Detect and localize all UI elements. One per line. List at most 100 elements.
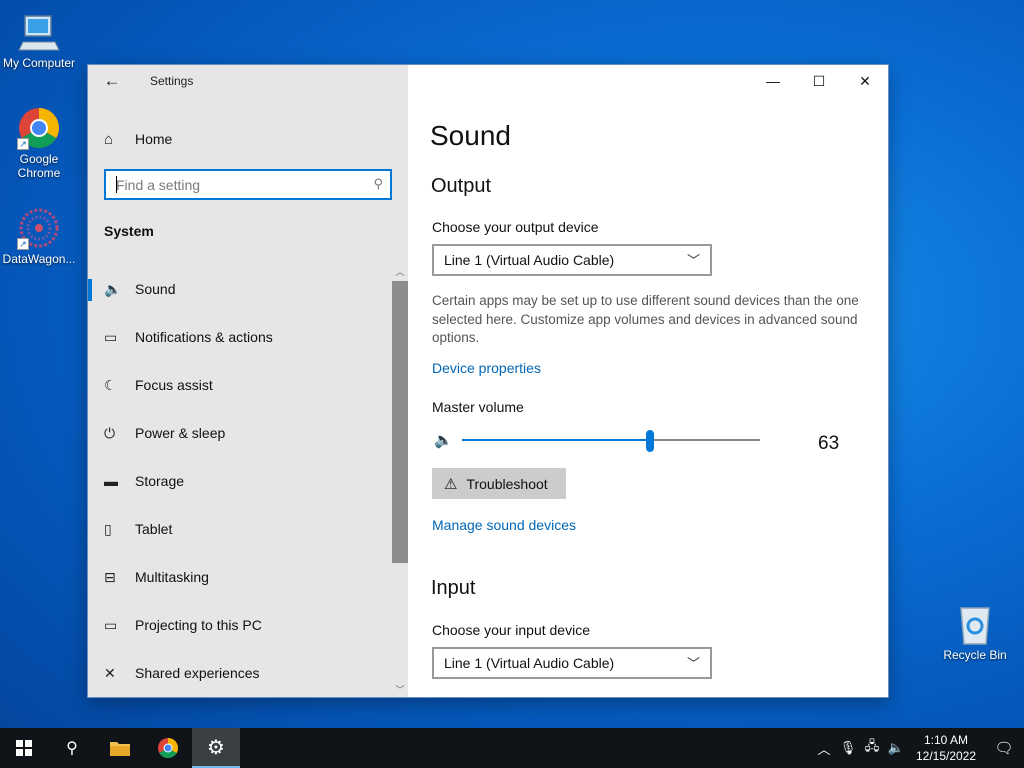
search-button[interactable]: ⚲ xyxy=(48,728,96,768)
start-button[interactable] xyxy=(0,728,48,768)
shortcut-arrow-icon: ↗ xyxy=(17,238,29,250)
slider-fill xyxy=(462,439,650,441)
text-caret xyxy=(116,176,117,193)
system-tray: ︿ 🎙 🖧 🔈 1:10 AM 12/15/2022 🗨 xyxy=(812,728,1024,768)
search-box[interactable]: ⚲ xyxy=(104,169,392,200)
sidebar-item-multitasking[interactable]: ⊟ Multitasking xyxy=(88,553,392,601)
clock[interactable]: 1:10 AM 12/15/2022 xyxy=(908,732,984,764)
slider-thumb[interactable] xyxy=(645,430,654,452)
back-button[interactable]: ← xyxy=(100,71,124,93)
speaker-icon[interactable]: 🔈 xyxy=(434,431,453,449)
folder-icon xyxy=(110,742,130,756)
desktop-icon-datawagon[interactable]: ↗ DataWagon... xyxy=(1,206,77,266)
output-device-dropdown[interactable]: Line 1 (Virtual Audio Cable) ﹀ xyxy=(432,244,712,276)
home-label: Home xyxy=(135,131,173,147)
output-heading: Output xyxy=(431,175,492,197)
title-bar[interactable]: ← Settings xyxy=(88,65,408,97)
desktop-icon-recycle-bin[interactable]: Recycle Bin xyxy=(937,602,1013,662)
sidebar-item-label: Multitasking xyxy=(135,569,209,585)
search-icon[interactable]: ⚲ xyxy=(373,176,383,192)
shortcut-arrow-icon: ↗ xyxy=(17,138,29,150)
multitasking-icon: ⊟ xyxy=(104,568,116,585)
sidebar-item-label: Power & sleep xyxy=(135,425,226,441)
input-device-label: Choose your input device xyxy=(432,622,590,638)
troubleshoot-label: Troubleshoot xyxy=(466,475,548,492)
output-description: Certain apps may be set up to use differ… xyxy=(432,293,859,345)
storage-icon: ▬ xyxy=(104,473,118,489)
sidebar-item-shared-experiences[interactable]: ✕ Shared experiences xyxy=(88,649,392,697)
chevron-down-icon: ﹀ xyxy=(686,253,700,268)
section-title: System xyxy=(104,223,154,239)
master-volume-slider[interactable] xyxy=(462,430,760,452)
sidebar-item-label: Sound xyxy=(135,281,176,297)
close-button[interactable]: ✕ xyxy=(842,65,888,97)
clock-date: 12/15/2022 xyxy=(915,749,977,763)
settings-window: ← Settings ⌂ Home ⚲ System 🔈 Sound ▭ Not… xyxy=(88,65,888,697)
device-properties-link[interactable]: Device properties xyxy=(432,360,541,376)
warning-icon: ⚠ xyxy=(444,475,458,493)
sidebar-item-label: Focus assist xyxy=(135,377,213,393)
manage-sound-devices-link[interactable]: Manage sound devices xyxy=(432,517,576,533)
sidebar-item-notifications[interactable]: ▭ Notifications & actions xyxy=(88,313,392,361)
desktop-icon-label: Recycle Bin xyxy=(943,648,1007,662)
volume-icon[interactable]: 🔈 xyxy=(884,740,908,756)
volume-value: 63 xyxy=(818,433,840,454)
sidebar-item-label: Tablet xyxy=(135,521,173,537)
sidebar-item-tablet[interactable]: ▯ Tablet xyxy=(88,505,392,553)
notification-icon: ▭ xyxy=(104,328,118,345)
file-explorer-button[interactable] xyxy=(96,728,144,768)
sidebar-item-focus-assist[interactable]: ☾ Focus assist xyxy=(88,361,392,409)
main-content: — ☐ ✕ Sound Output Choose your output de… xyxy=(408,65,888,697)
sidebar: ← Settings ⌂ Home ⚲ System 🔈 Sound ▭ Not… xyxy=(88,65,408,697)
tablet-icon: ▯ xyxy=(104,520,112,537)
notification-center-icon[interactable]: 🗨 xyxy=(984,739,1024,757)
gear-icon: ⚙ xyxy=(207,736,225,759)
sidebar-item-power-sleep[interactable]: ⏻ Power & sleep xyxy=(88,409,392,457)
sidebar-scrollbar[interactable]: ︿ ﹀ xyxy=(392,265,408,697)
datawagon-icon: ↗ xyxy=(17,206,61,250)
sidebar-item-storage[interactable]: ▬ Storage xyxy=(88,457,392,505)
nav-list: 🔈 Sound ▭ Notifications & actions ☾ Focu… xyxy=(88,265,392,697)
chrome-taskbar-button[interactable] xyxy=(144,728,192,768)
scroll-down-icon[interactable]: ﹀ xyxy=(392,683,408,697)
desktop-icon-label: My Computer xyxy=(2,56,76,70)
sidebar-item-label: Projecting to this PC xyxy=(135,617,262,633)
sidebar-item-projecting[interactable]: ▭ Projecting to this PC xyxy=(88,601,392,649)
projector-icon: ▭ xyxy=(104,616,118,633)
output-device-value: Line 1 (Virtual Audio Cable) xyxy=(444,252,615,268)
moon-icon: ☾ xyxy=(104,376,117,393)
sidebar-item-label: Notifications & actions xyxy=(135,329,273,345)
chrome-icon: ↗ xyxy=(17,106,61,150)
microphone-icon[interactable]: 🎙 xyxy=(836,740,860,756)
desktop-icon-google-chrome[interactable]: ↗ Google Chrome xyxy=(1,106,77,180)
recycle-bin-icon xyxy=(953,602,997,646)
scroll-up-icon[interactable]: ︿ xyxy=(392,265,408,279)
search-icon: ⚲ xyxy=(66,740,78,757)
desktop-icon-label: DataWagon... xyxy=(2,252,76,266)
power-icon: ⏻ xyxy=(104,424,116,441)
sidebar-item-sound[interactable]: 🔈 Sound xyxy=(88,265,392,313)
scroll-thumb[interactable] xyxy=(392,281,408,563)
page-title: Sound xyxy=(430,120,511,151)
network-icon[interactable]: 🖧 xyxy=(860,737,884,759)
troubleshoot-button[interactable]: ⚠ Troubleshoot xyxy=(432,468,566,499)
input-device-dropdown[interactable]: Line 1 (Virtual Audio Cable) ﹀ xyxy=(432,647,712,679)
desktop-icon-my-computer[interactable]: My Computer xyxy=(1,10,77,70)
windows-logo-icon xyxy=(16,740,32,756)
app-title: Settings xyxy=(150,74,194,88)
chevron-up-icon[interactable]: ︿ xyxy=(812,739,836,758)
input-device-value: Line 1 (Virtual Audio Cable) xyxy=(444,655,615,671)
input-heading: Input xyxy=(431,577,476,599)
minimize-button[interactable]: — xyxy=(750,65,796,97)
settings-taskbar-button[interactable]: ⚙ xyxy=(192,728,240,768)
maximize-button[interactable]: ☐ xyxy=(796,65,842,97)
window-controls: — ☐ ✕ xyxy=(750,65,888,97)
sidebar-item-label: Storage xyxy=(135,473,185,489)
master-volume-label: Master volume xyxy=(432,399,524,415)
output-device-label: Choose your output device xyxy=(432,219,599,235)
shared-experiences-icon: ✕ xyxy=(104,664,116,681)
chevron-down-icon: ﹀ xyxy=(686,656,700,671)
search-input[interactable] xyxy=(106,171,356,198)
home-nav-item[interactable]: ⌂ Home xyxy=(104,128,172,150)
taskbar: ⚲ ⚙ ︿ 🎙 🖧 🔈 1:10 AM 12/15/2022 🗨 xyxy=(0,728,1024,768)
